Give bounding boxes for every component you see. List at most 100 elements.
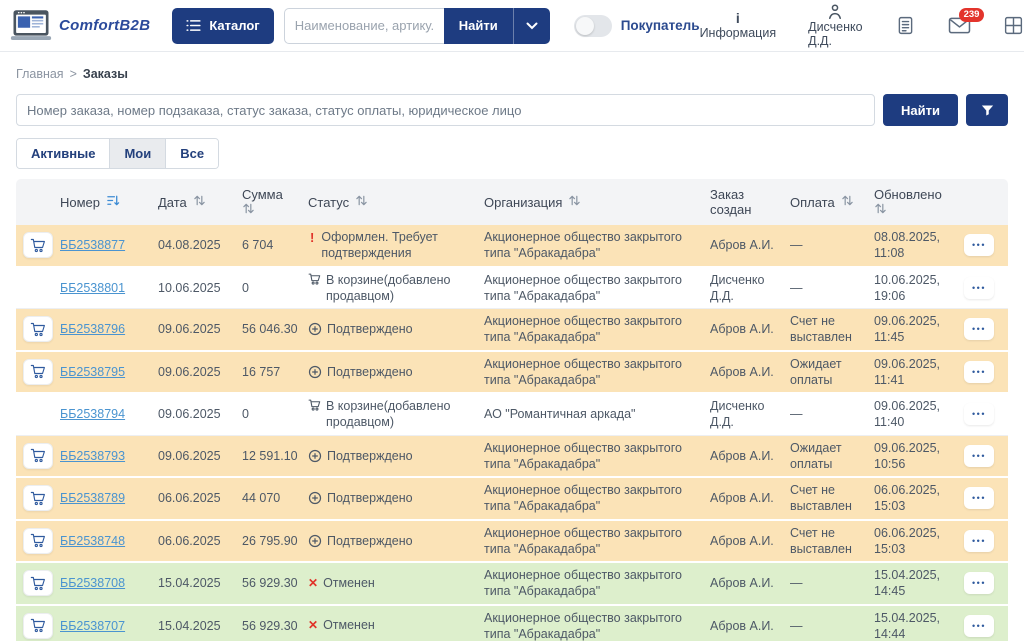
buyer-toggle[interactable] bbox=[574, 15, 612, 37]
table-row: ББ253878906.06.202544 070ПодтвержденоАкц… bbox=[16, 478, 1008, 521]
column-header-Оплата[interactable]: Оплата bbox=[790, 194, 874, 210]
cart-cell bbox=[16, 232, 60, 258]
tab-Мои[interactable]: Мои bbox=[110, 139, 166, 168]
row-actions-button[interactable]: ••• bbox=[964, 572, 994, 594]
organization: Акционерное общество закрытого типа "Абр… bbox=[484, 352, 710, 393]
created-by: Дисченко Д.Д. bbox=[710, 268, 790, 309]
tab-Все[interactable]: Все bbox=[166, 139, 218, 168]
information-menu-item[interactable]: i Информация bbox=[700, 11, 777, 40]
table-row: ББ253879509.06.202516 757ПодтвержденоАкц… bbox=[16, 352, 1008, 395]
documents-button[interactable] bbox=[895, 15, 916, 36]
messages-button[interactable]: 239 bbox=[948, 16, 971, 35]
order-sum: 56 046.30 bbox=[242, 317, 308, 341]
sort-control bbox=[841, 194, 854, 210]
order-number-cell: ББ2538789 bbox=[60, 486, 158, 510]
created-by: Абров А.И. bbox=[710, 444, 790, 468]
app-logo: ComfortB2B bbox=[10, 9, 150, 43]
order-number-link[interactable]: ББ2538789 bbox=[60, 491, 125, 505]
row-actions-button[interactable]: ••• bbox=[964, 277, 994, 299]
order-sum: 56 929.30 bbox=[242, 614, 308, 638]
column-header-Статус[interactable]: Статус bbox=[308, 194, 484, 210]
sort-control bbox=[106, 194, 120, 210]
table-row: ББ253879309.06.202512 591.10Подтверждено… bbox=[16, 436, 1008, 479]
organization: Акционерное общество закрытого типа "Абр… bbox=[484, 268, 710, 309]
created-by: Абров А.И. bbox=[710, 233, 790, 257]
order-number-link[interactable]: ББ2538795 bbox=[60, 365, 125, 379]
order-search-input[interactable] bbox=[16, 94, 875, 126]
order-number-link[interactable]: ББ2538708 bbox=[60, 576, 125, 590]
order-number-link[interactable]: ББ2538793 bbox=[60, 449, 125, 463]
row-actions-button[interactable]: ••• bbox=[964, 487, 994, 509]
updated-at: 08.08.2025, 11:08 bbox=[874, 225, 964, 266]
row-actions-button[interactable]: ••• bbox=[964, 445, 994, 467]
organization: Акционерное общество закрытого типа "Абр… bbox=[484, 478, 710, 519]
updated-at: 06.06.2025, 15:03 bbox=[874, 478, 964, 519]
actions-cell: ••• bbox=[964, 445, 1008, 467]
table-body: ББ253887704.08.20256 704!Оформлен. Требу… bbox=[16, 225, 1008, 641]
order-number-link[interactable]: ББ2538796 bbox=[60, 322, 125, 336]
order-number-link[interactable]: ББ2538707 bbox=[60, 619, 125, 633]
product-search-button[interactable]: Найти bbox=[444, 8, 513, 44]
add-to-cart-button[interactable] bbox=[23, 570, 53, 596]
order-status: ✕Отменен bbox=[308, 571, 484, 596]
column-header-Номер[interactable]: Номер bbox=[60, 194, 158, 210]
table-row: ББ253880110.06.20250В корзине(добавлено … bbox=[16, 268, 1008, 310]
order-number-link[interactable]: ББ2538801 bbox=[60, 281, 125, 295]
order-number-link[interactable]: ББ2538794 bbox=[60, 407, 125, 421]
row-actions-button[interactable]: ••• bbox=[964, 361, 994, 383]
payment-status: Счет не выставлен bbox=[790, 309, 874, 350]
add-to-cart-button[interactable] bbox=[23, 443, 53, 469]
sort-icon bbox=[568, 194, 581, 207]
actions-cell: ••• bbox=[964, 234, 1008, 256]
add-to-cart-button[interactable] bbox=[23, 613, 53, 639]
payment-status: — bbox=[790, 276, 874, 300]
order-number-cell: ББ2538877 bbox=[60, 233, 158, 257]
monitor-logo-icon bbox=[10, 9, 52, 43]
logo-text: ComfortB2B bbox=[59, 17, 150, 34]
order-sum: 26 795.90 bbox=[242, 529, 308, 553]
cart-cell bbox=[16, 570, 60, 596]
apps-grid-button[interactable] bbox=[1003, 15, 1024, 36]
column-header-Сумма[interactable]: Сумма bbox=[242, 187, 308, 218]
order-status: В корзине(добавлено продавцом) bbox=[308, 394, 484, 435]
add-to-cart-button[interactable] bbox=[23, 316, 53, 342]
row-actions-button[interactable]: ••• bbox=[964, 403, 994, 425]
filter-button[interactable] bbox=[966, 94, 1008, 126]
table-row: ББ253879609.06.202556 046.30Подтверждено… bbox=[16, 309, 1008, 352]
add-to-cart-button[interactable] bbox=[23, 528, 53, 554]
order-number-cell: ББ2538795 bbox=[60, 360, 158, 384]
breadcrumb-home-link[interactable]: Главная bbox=[16, 67, 64, 81]
payment-status: — bbox=[790, 402, 874, 426]
actions-cell: ••• bbox=[964, 615, 1008, 637]
column-header-Обновлено[interactable]: Обновлено bbox=[874, 187, 964, 218]
table-row: ББ253874806.06.202526 795.90Подтверждено… bbox=[16, 521, 1008, 564]
organization: Акционерное общество закрытого типа "Абр… bbox=[484, 563, 710, 604]
cart-cell bbox=[16, 613, 60, 639]
user-menu-item[interactable]: Дисченко Д.Д. bbox=[808, 4, 863, 48]
plus-circle-icon bbox=[308, 491, 322, 505]
column-header-Организация[interactable]: Организация bbox=[484, 194, 710, 210]
row-actions-button[interactable]: ••• bbox=[964, 530, 994, 552]
column-header-Дата[interactable]: Дата bbox=[158, 194, 242, 210]
tab-Активные[interactable]: Активные bbox=[17, 139, 110, 168]
add-to-cart-button[interactable] bbox=[23, 232, 53, 258]
payment-status: — bbox=[790, 614, 874, 638]
order-number-link[interactable]: ББ2538877 bbox=[60, 238, 125, 252]
order-search-button[interactable]: Найти bbox=[883, 94, 958, 126]
row-actions-button[interactable]: ••• bbox=[964, 318, 994, 340]
cart-icon bbox=[30, 491, 46, 506]
order-date: 09.06.2025 bbox=[158, 317, 242, 341]
add-to-cart-button[interactable] bbox=[23, 359, 53, 385]
buyer-toggle-group: Покупатель bbox=[574, 15, 700, 37]
row-actions-button[interactable]: ••• bbox=[964, 234, 994, 256]
plus-circle-icon bbox=[308, 449, 322, 463]
row-actions-button[interactable]: ••• bbox=[964, 615, 994, 637]
add-to-cart-button[interactable] bbox=[23, 485, 53, 511]
created-by: Абров А.И. bbox=[710, 486, 790, 510]
cart-status-icon bbox=[308, 399, 321, 411]
search-options-button[interactable] bbox=[513, 8, 550, 44]
product-search-input[interactable] bbox=[284, 8, 444, 44]
catalog-button[interactable]: Каталог bbox=[172, 8, 273, 44]
order-number-link[interactable]: ББ2538748 bbox=[60, 534, 125, 548]
organization: АО "Романтичная аркада" bbox=[484, 402, 710, 426]
